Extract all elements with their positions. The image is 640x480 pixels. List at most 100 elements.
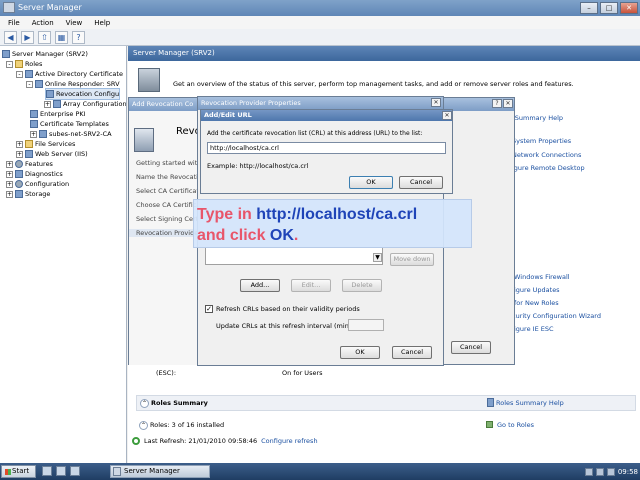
clock[interactable]: 09:58 bbox=[618, 468, 638, 476]
expand-icon[interactable]: + bbox=[16, 140, 23, 148]
tree-item-web-server[interactable]: + Web Server (IIS) bbox=[16, 149, 88, 159]
collapse-icon[interactable]: - bbox=[16, 70, 23, 78]
system-properties-link[interactable]: System Properties bbox=[512, 137, 571, 145]
tree-label: File Services bbox=[35, 140, 76, 148]
remote-desktop-link[interactable]: igure Remote Desktop bbox=[512, 164, 585, 172]
tree-item-diagnostics[interactable]: + Diagnostics bbox=[6, 169, 63, 179]
wizard-step: Select Signing Cert bbox=[136, 215, 199, 223]
menu-action[interactable]: Action bbox=[32, 19, 54, 27]
explorer-quick-icon[interactable] bbox=[70, 466, 80, 476]
security-wizard-link[interactable]: ecurity Configuration Wizard bbox=[508, 312, 601, 320]
menu-view[interactable]: View bbox=[66, 19, 83, 27]
refresh-crl-checkbox[interactable]: ✓ bbox=[205, 305, 213, 313]
crl-url-list[interactable] bbox=[205, 247, 383, 265]
content-header: Server Manager (SRV2) bbox=[128, 46, 640, 61]
refresh-interval-input[interactable] bbox=[348, 319, 384, 331]
tree-item-server-manager[interactable]: Server Manager (SRV2) bbox=[2, 49, 88, 59]
menu-file[interactable]: File bbox=[8, 19, 20, 27]
expand-icon[interactable]: + bbox=[6, 170, 13, 178]
go-to-roles-link[interactable]: Go to Roles bbox=[497, 421, 534, 429]
diagnostics-icon bbox=[15, 170, 23, 178]
expand-icon[interactable]: + bbox=[30, 130, 37, 138]
roles-icon bbox=[15, 60, 23, 68]
new-roles-link[interactable]: for New Roles bbox=[514, 299, 559, 307]
collapse-icon[interactable]: - bbox=[26, 80, 33, 88]
wizard-cancel-button[interactable]: Cancel bbox=[451, 341, 491, 354]
tree-item-subes-ca[interactable]: + subes-net-SRV2-CA bbox=[30, 129, 112, 139]
powershell-quick-icon[interactable] bbox=[56, 466, 66, 476]
edit-button[interactable]: Edit... bbox=[291, 279, 331, 292]
collapse-section-icon[interactable]: ⌃ bbox=[140, 399, 149, 408]
tree-label: Online Responder: SRV bbox=[45, 80, 120, 88]
tree-item-storage[interactable]: + Storage bbox=[6, 189, 50, 199]
add-button[interactable]: Add... bbox=[240, 279, 280, 292]
tree-item-configuration[interactable]: + Configuration bbox=[6, 179, 69, 189]
expand-icon[interactable]: + bbox=[6, 190, 13, 198]
menu-help[interactable]: Help bbox=[94, 19, 110, 27]
expand-icon[interactable]: + bbox=[6, 160, 13, 168]
props-cancel-button[interactable]: Cancel bbox=[392, 346, 432, 359]
system-tray: 09:58 bbox=[584, 465, 638, 478]
tree-item-certificate-templates[interactable]: Certificate Templates bbox=[30, 119, 109, 129]
taskbar: Start Server Manager 09:58 bbox=[0, 463, 640, 480]
props-ok-button[interactable]: OK bbox=[340, 346, 380, 359]
tree-item-revocation-configuration[interactable]: Revocation Configu bbox=[44, 88, 121, 100]
tree-item-roles[interactable]: - Roles bbox=[6, 59, 42, 69]
web-server-icon bbox=[25, 150, 33, 158]
start-button[interactable]: Start bbox=[1, 465, 36, 478]
network-icon[interactable] bbox=[595, 467, 604, 476]
tree-label: Certificate Templates bbox=[40, 120, 109, 128]
roles-summary-help-link[interactable]: Roles Summary Help bbox=[496, 399, 564, 407]
props-close-button[interactable]: ✕ bbox=[431, 98, 441, 107]
console-tree: Server Manager (SRV2) - Roles - Active D… bbox=[0, 46, 127, 463]
maximize-button[interactable]: □ bbox=[600, 2, 618, 14]
url-input[interactable] bbox=[207, 142, 446, 154]
taskbar-server-manager[interactable]: Server Manager bbox=[110, 465, 210, 478]
collapse-icon[interactable]: - bbox=[6, 60, 13, 68]
tree-label: Active Directory Certificate bbox=[35, 70, 123, 78]
tree-item-enterprise-pki[interactable]: Enterprise PKI bbox=[30, 109, 86, 119]
summary-help-link[interactable]: r Summary Help bbox=[510, 114, 563, 122]
expand-icon[interactable]: + bbox=[16, 150, 23, 158]
keyboard-icon[interactable] bbox=[584, 467, 593, 476]
tree-item-file-services[interactable]: + File Services bbox=[16, 139, 75, 149]
configuration-icon bbox=[15, 180, 23, 188]
addurl-cancel-button[interactable]: Cancel bbox=[399, 176, 443, 189]
roles-count-row: ⌃ Roles: 3 of 16 installed Go to Roles bbox=[136, 418, 636, 434]
up-folder-icon[interactable]: ⇧ bbox=[38, 30, 51, 44]
wizard-help-button[interactable]: ? bbox=[492, 99, 502, 108]
addurl-ok-button[interactable]: OK bbox=[349, 176, 393, 189]
console-tree-icon[interactable]: ▦ bbox=[55, 30, 68, 44]
refresh-icon[interactable] bbox=[132, 437, 140, 445]
tree-label: Enterprise PKI bbox=[40, 110, 86, 118]
addurl-close-button[interactable]: ✕ bbox=[442, 111, 452, 120]
close-button[interactable]: ✕ bbox=[620, 2, 638, 14]
ie-esc-link[interactable]: igure IE ESC bbox=[514, 325, 554, 333]
forward-arrow-icon[interactable]: ▶ bbox=[21, 30, 34, 44]
wizard-close-button[interactable]: ✕ bbox=[503, 99, 513, 108]
minimize-button[interactable]: – bbox=[580, 2, 598, 14]
status-bar: Last Refresh: 21/01/2010 09:58:46 Config… bbox=[128, 434, 640, 448]
collapse-roles-icon[interactable]: ⌃ bbox=[139, 421, 148, 430]
server-manager-quick-icon[interactable] bbox=[42, 466, 52, 476]
last-refresh-text: Last Refresh: 21/01/2010 09:58:46 bbox=[144, 437, 258, 445]
toolbar: ◀ ▶ ⇧ ▦ ? bbox=[0, 29, 640, 46]
tree-item-adcs[interactable]: - Active Directory Certificate bbox=[16, 69, 123, 79]
network-connections-link[interactable]: Network Connections bbox=[512, 151, 581, 159]
scroll-down-arrow[interactable]: ▼ bbox=[373, 253, 382, 262]
expand-icon[interactable]: + bbox=[44, 100, 51, 108]
configure-refresh-link[interactable]: Configure refresh bbox=[261, 437, 317, 445]
back-arrow-icon[interactable]: ◀ bbox=[4, 30, 17, 44]
updates-link[interactable]: igure Updates bbox=[514, 286, 560, 294]
help-icon[interactable]: ? bbox=[72, 30, 85, 44]
delete-button[interactable]: Delete bbox=[342, 279, 382, 292]
callout-url: http://localhost/ca.crl bbox=[256, 206, 418, 223]
windows-firewall-link[interactable]: Windows Firewall bbox=[514, 273, 570, 281]
tree-item-features[interactable]: + Features bbox=[6, 159, 53, 169]
expand-icon[interactable]: + bbox=[6, 180, 13, 188]
move-down-button[interactable]: Move down bbox=[390, 253, 434, 266]
features-icon bbox=[15, 160, 23, 168]
tree-item-array-configuration[interactable]: + Array Configuration bbox=[44, 99, 126, 109]
volume-icon[interactable] bbox=[606, 467, 615, 476]
tree-item-online-responder[interactable]: - Online Responder: SRV bbox=[26, 79, 120, 89]
